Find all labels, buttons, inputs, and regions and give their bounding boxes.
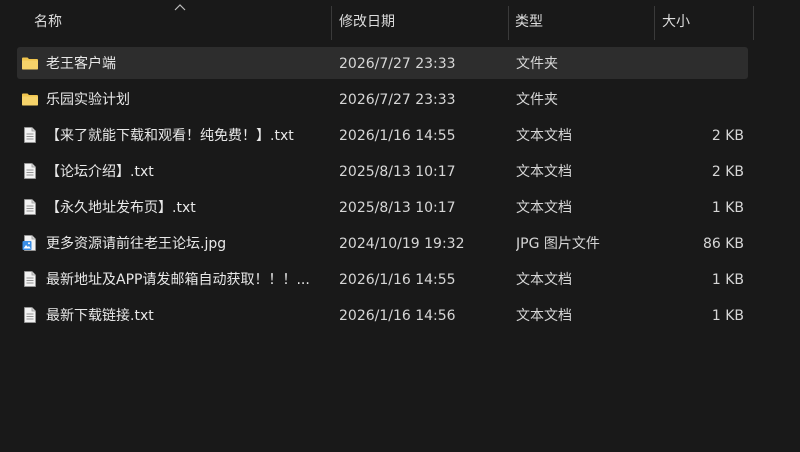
file-date: 2026/7/27 23:33: [339, 92, 456, 108]
file-date: 2026/1/16 14:56: [339, 308, 456, 324]
list-item[interactable]: 最新地址及APP请发邮箱自动获取！！！... 2026/1/16 14:55 文…: [17, 263, 748, 295]
text-file-icon: [24, 163, 36, 179]
file-type: 文本文档: [516, 308, 572, 324]
list-item[interactable]: 老王客户端 2026/7/27 23:33 文件夹: [17, 47, 748, 79]
file-type: 文本文档: [516, 272, 572, 288]
list-item[interactable]: 更多资源请前往老王论坛.jpg 2024/10/19 19:32 JPG 图片文…: [17, 227, 748, 259]
file-size: 1 KB: [711, 200, 744, 216]
column-header-size-label: 大小: [662, 14, 690, 30]
file-size: 86 KB: [702, 236, 744, 252]
image-file-icon: [22, 235, 36, 251]
file-type: 文本文档: [516, 128, 572, 144]
list-item[interactable]: 【来了就能下载和观看！纯免费！】.txt 2026/1/16 14:55 文本文…: [17, 119, 748, 151]
file-type: 文件夹: [516, 92, 558, 108]
file-date: 2025/8/13 10:17: [339, 164, 456, 180]
list-item[interactable]: 【永久地址发布页】.txt 2025/8/13 10:17 文本文档 1 KB: [17, 191, 748, 223]
file-type: 文本文档: [516, 200, 572, 216]
file-size: 2 KB: [711, 128, 744, 144]
column-header-date-label: 修改日期: [339, 14, 395, 30]
file-explorer: 名称 修改日期 类型 大小 老王客户端 2026/7/27 23:33 文件夹: [0, 0, 800, 452]
file-name: 【来了就能下载和观看！纯免费！】.txt: [46, 128, 294, 144]
list-item[interactable]: 最新下载链接.txt 2026/1/16 14:56 文本文档 1 KB: [17, 299, 748, 331]
column-resize-handle[interactable]: [331, 6, 332, 40]
file-type: 文件夹: [516, 56, 558, 72]
list-item[interactable]: 乐园实验计划 2026/7/27 23:33 文件夹: [17, 83, 748, 115]
file-name: 老王客户端: [46, 56, 116, 72]
column-header-name[interactable]: 名称: [34, 0, 330, 40]
column-header-type-label: 类型: [515, 14, 543, 30]
folder-icon: [22, 57, 38, 70]
list-item[interactable]: 【论坛介绍】.txt 2025/8/13 10:17 文本文档 2 KB: [17, 155, 748, 187]
column-header-bar: 名称 修改日期 类型 大小: [0, 0, 800, 40]
file-size: [656, 47, 744, 79]
column-header-type[interactable]: 类型: [515, 0, 653, 40]
column-resize-handle[interactable]: [508, 6, 509, 40]
file-type: JPG 图片文件: [516, 236, 600, 252]
column-header-date[interactable]: 修改日期: [339, 0, 507, 40]
file-name: 【永久地址发布页】.txt: [46, 200, 196, 216]
file-date: 2026/1/16 14:55: [339, 272, 456, 288]
text-file-icon: [24, 127, 36, 143]
file-name: 【论坛介绍】.txt: [46, 164, 154, 180]
file-date: 2025/8/13 10:17: [339, 200, 456, 216]
column-resize-handle[interactable]: [753, 6, 754, 40]
folder-icon: [22, 93, 38, 106]
file-name: 乐园实验计划: [46, 92, 130, 108]
text-file-icon: [24, 199, 36, 215]
file-name: 更多资源请前往老王论坛.jpg: [46, 236, 227, 252]
file-type: 文本文档: [516, 164, 572, 180]
text-file-icon: [24, 271, 36, 287]
file-name: 最新下载链接.txt: [46, 308, 154, 324]
file-date: 2024/10/19 19:32: [339, 236, 465, 252]
text-file-icon: [24, 307, 36, 323]
file-size: [656, 83, 744, 115]
file-date: 2026/7/27 23:33: [339, 56, 456, 72]
column-header-name-label: 名称: [34, 14, 62, 30]
file-size: 1 KB: [711, 308, 744, 324]
file-name: 最新地址及APP请发邮箱自动获取！！！...: [46, 272, 310, 288]
file-date: 2026/1/16 14:55: [339, 128, 456, 144]
column-resize-handle[interactable]: [654, 6, 655, 40]
file-size: 2 KB: [711, 164, 744, 180]
file-size: 1 KB: [711, 272, 744, 288]
column-header-size[interactable]: 大小: [662, 0, 752, 40]
